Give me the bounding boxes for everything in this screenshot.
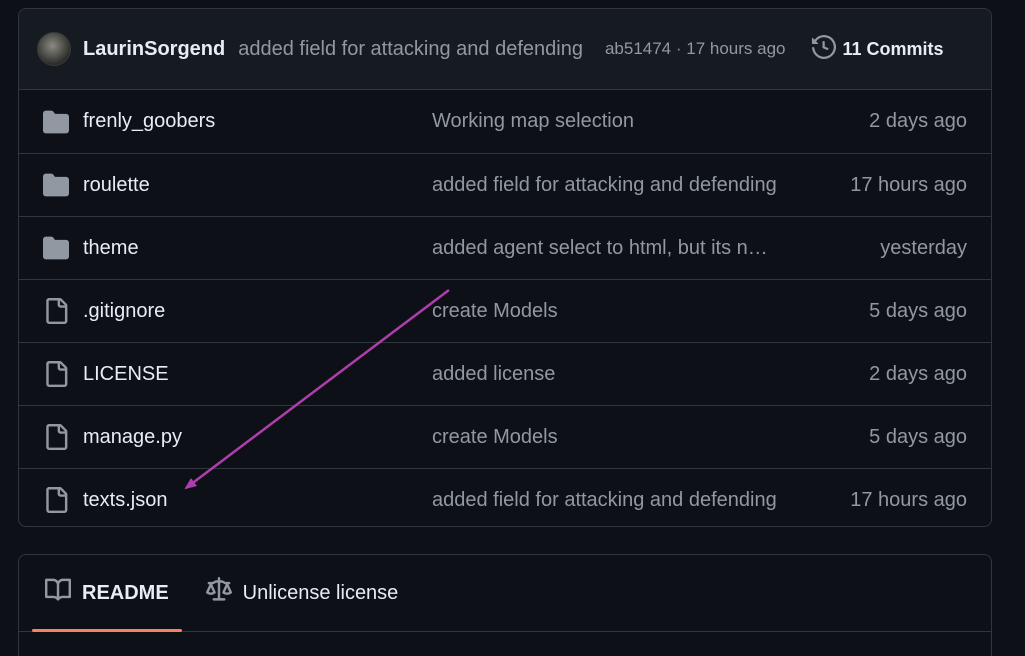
- file-commit-time: 2 days ago: [869, 110, 967, 132]
- file-name[interactable]: .gitignore: [83, 300, 165, 323]
- file-commit-time: 2 days ago: [869, 362, 967, 385]
- file-commit-message[interactable]: added agent select to html, but its not …: [432, 237, 777, 260]
- file-commit-time: yesterday: [880, 236, 967, 259]
- file-name[interactable]: frenly_goobers: [83, 110, 215, 133]
- tab-license[interactable]: Unlicense license: [193, 555, 412, 631]
- file-icon: [43, 487, 69, 513]
- readme-panel: README Unlicense license: [18, 554, 992, 656]
- commit-message[interactable]: added field for attacking and defending: [238, 38, 583, 61]
- readme-tabs: README Unlicense license: [19, 555, 991, 632]
- avatar[interactable]: [37, 32, 71, 66]
- file-row[interactable]: theme added agent select to html, but its…: [19, 216, 991, 279]
- tab-readme-label: README: [82, 581, 169, 604]
- file-icon: [43, 361, 69, 387]
- file-name[interactable]: manage.py: [83, 426, 182, 449]
- file-icon: [43, 298, 69, 324]
- file-name[interactable]: theme: [83, 237, 139, 260]
- latest-commit-bar: LaurinSorgend added field for attacking …: [19, 9, 991, 90]
- file-row[interactable]: .gitignore create Models 5 days ago: [19, 279, 991, 342]
- commits-link[interactable]: 11 Commits: [811, 34, 944, 64]
- file-commit-time: 17 hours ago: [850, 488, 967, 511]
- file-commit-time: 5 days ago: [869, 299, 967, 322]
- file-row[interactable]: LICENSE added license 2 days ago: [19, 342, 991, 405]
- file-browser: LaurinSorgend added field for attacking …: [18, 8, 992, 527]
- tab-readme[interactable]: README: [32, 555, 182, 632]
- history-icon: [811, 34, 836, 64]
- file-commit-message[interactable]: added field for attacking and defending: [432, 174, 777, 197]
- file-commit-message[interactable]: added field for attacking and defending: [432, 489, 777, 512]
- file-commit-time: 5 days ago: [869, 425, 967, 448]
- file-row[interactable]: texts.json added field for attacking and …: [19, 468, 991, 526]
- folder-icon: [43, 109, 69, 135]
- tab-license-label: Unlicense license: [242, 581, 399, 604]
- file-row[interactable]: frenly_goobers Working map selection 2 day…: [19, 90, 991, 153]
- folder-icon: [43, 172, 69, 198]
- commit-meta[interactable]: ab51474 · 17 hours ago: [605, 39, 786, 59]
- commits-count-label: 11 Commits: [842, 38, 944, 59]
- file-name[interactable]: texts.json: [83, 489, 167, 512]
- file-list: frenly_goobers Working map selection 2 day…: [19, 90, 991, 526]
- file-commit-message[interactable]: create Models: [432, 300, 558, 323]
- file-commit-message[interactable]: Working map selection: [432, 110, 634, 133]
- file-commit-message[interactable]: create Models: [432, 426, 558, 449]
- file-row[interactable]: roulette added field for attacking and de…: [19, 153, 991, 216]
- repo-page: LaurinSorgend added field for attacking …: [0, 0, 1025, 656]
- file-name[interactable]: roulette: [83, 174, 150, 197]
- file-commit-message[interactable]: added license: [432, 363, 555, 386]
- file-icon: [43, 424, 69, 450]
- commit-author[interactable]: LaurinSorgend: [83, 38, 225, 61]
- law-icon: [205, 577, 232, 609]
- folder-icon: [43, 235, 69, 261]
- file-name[interactable]: LICENSE: [83, 363, 169, 386]
- file-row[interactable]: manage.py create Models 5 days ago: [19, 405, 991, 468]
- file-commit-time: 17 hours ago: [850, 173, 967, 196]
- book-icon: [45, 577, 72, 609]
